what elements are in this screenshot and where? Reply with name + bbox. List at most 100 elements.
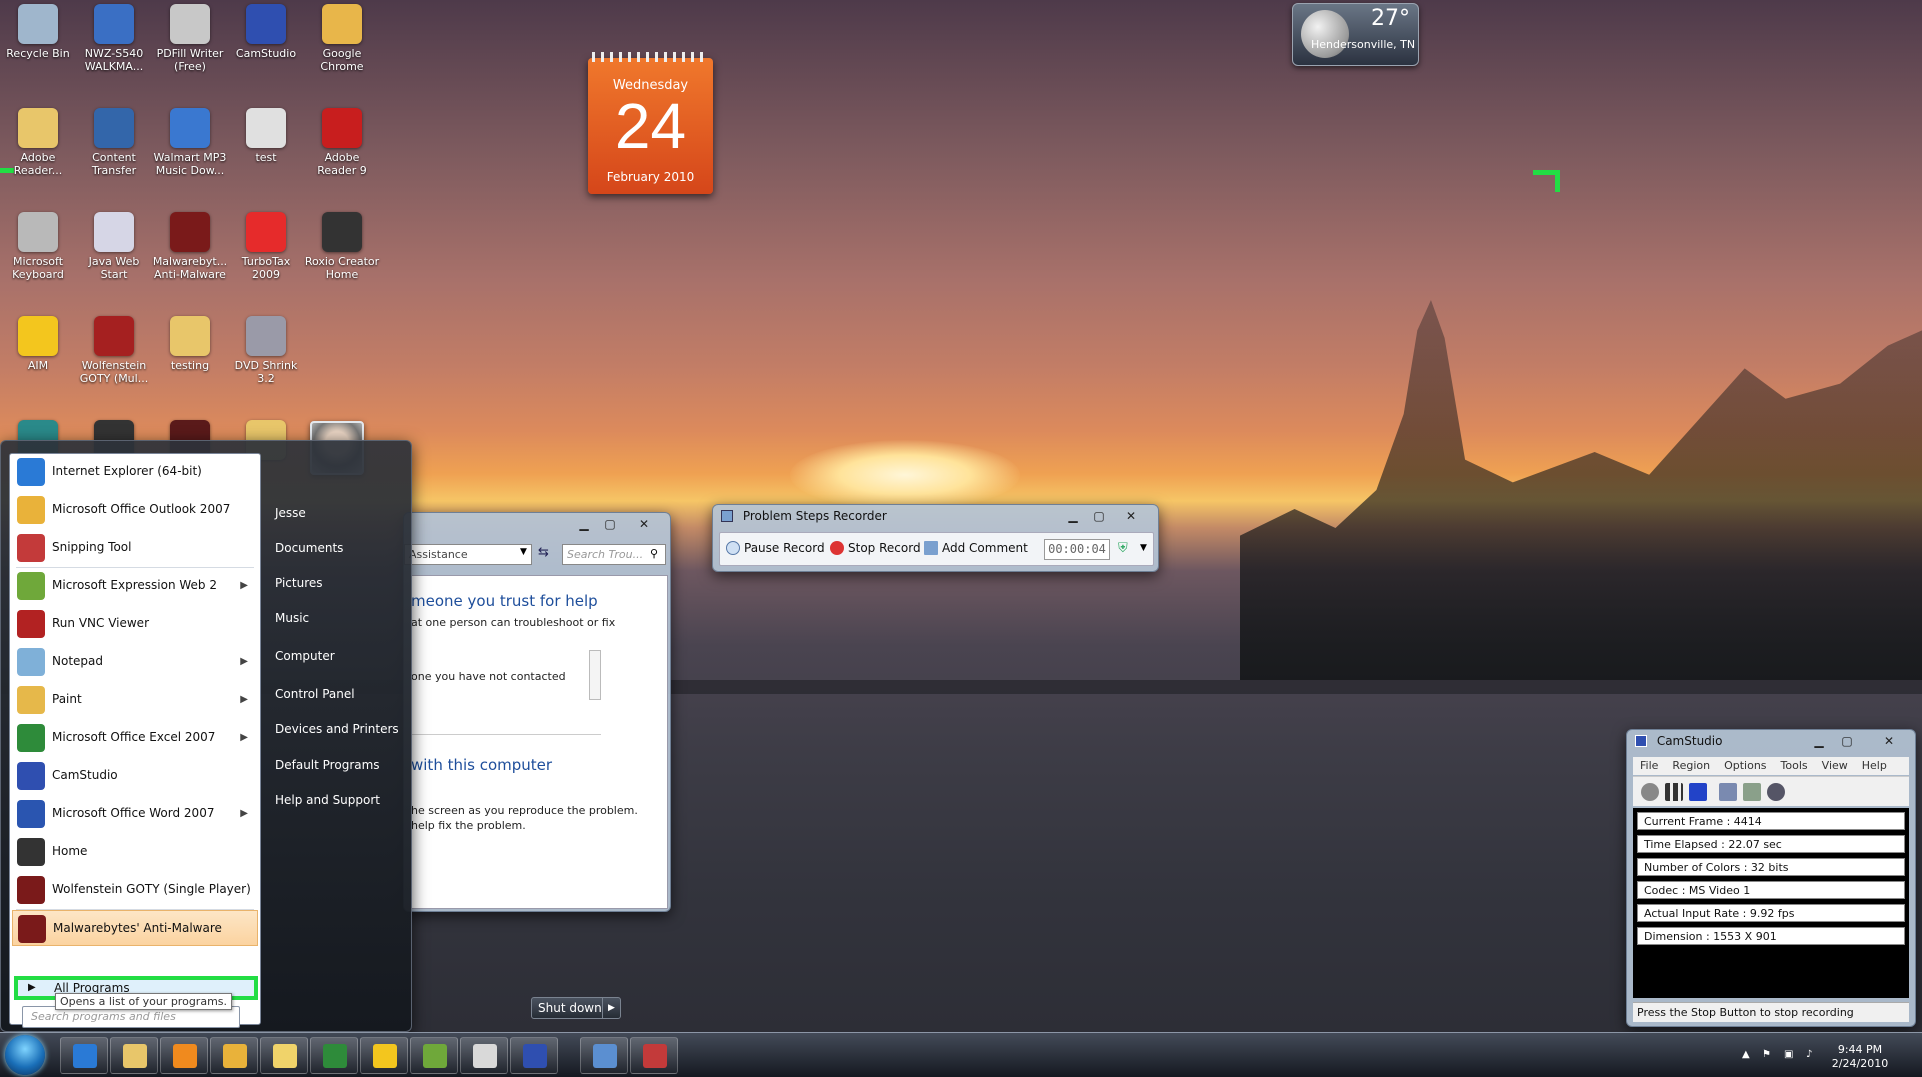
tray-expand-icon[interactable]: ▲ bbox=[1742, 1049, 1754, 1061]
start-program-item[interactable]: CamStudio bbox=[12, 758, 258, 794]
camstudio-window[interactable]: CamStudio ▁ ▢ ✕ File Region Options Tools Vi… bbox=[1626, 729, 1916, 1027]
desktop-icon[interactable]: testing bbox=[152, 316, 228, 372]
desktop-icon[interactable]: Microsoft Keyboard bbox=[0, 212, 76, 281]
search-icon[interactable]: ⚲ bbox=[650, 547, 658, 560]
desktop-icon[interactable]: AIM bbox=[0, 316, 76, 372]
close-icon[interactable]: ✕ bbox=[1119, 507, 1143, 525]
minimize-icon[interactable]: ▁ bbox=[572, 515, 596, 533]
desktop-icon[interactable]: Adobe Reader... bbox=[0, 108, 76, 177]
camstudio-titlebar[interactable]: CamStudio ▁ ▢ ✕ bbox=[1627, 730, 1915, 754]
desktop-icon[interactable]: DVD Shrink 3.2 bbox=[228, 316, 304, 385]
region-button[interactable] bbox=[1719, 783, 1737, 801]
desktop-icon[interactable]: PDFill Writer (Free) bbox=[152, 4, 228, 73]
taskbar-button[interactable] bbox=[210, 1037, 258, 1074]
stop-button[interactable] bbox=[1689, 783, 1707, 801]
start-program-item[interactable]: Wolfenstein GOTY (Single Player) bbox=[12, 872, 258, 908]
add-comment-button[interactable]: Add Comment bbox=[924, 541, 1028, 555]
start-link[interactable]: Documents bbox=[275, 541, 343, 555]
chevron-down-icon[interactable]: ▼ bbox=[1140, 543, 1147, 553]
action-center-icon[interactable]: ⚑ bbox=[1762, 1049, 1774, 1061]
taskbar-button[interactable] bbox=[160, 1037, 208, 1074]
start-program-item[interactable]: Run VNC Viewer bbox=[12, 606, 258, 642]
help-icon[interactable]: ⛨ bbox=[1118, 541, 1128, 556]
stop-record-button[interactable]: Stop Record bbox=[830, 541, 921, 555]
taskbar-button[interactable] bbox=[510, 1037, 558, 1074]
start-link[interactable]: Default Programs bbox=[275, 758, 380, 772]
start-program-item[interactable]: Malwarebytes' Anti-Malware bbox=[12, 910, 258, 946]
start-program-item[interactable]: Paint ▶ bbox=[12, 682, 258, 718]
desktop-icon[interactable]: CamStudio bbox=[228, 4, 304, 60]
maximize-icon[interactable]: ▢ bbox=[598, 515, 622, 533]
help-titlebar[interactable]: ▁ ▢ ✕ bbox=[404, 513, 670, 537]
refresh-icon[interactable]: ⇆ bbox=[538, 545, 549, 560]
help-heading-trust[interactable]: meone you trust for help bbox=[411, 592, 598, 610]
taskbar-button[interactable] bbox=[310, 1037, 358, 1074]
start-program-item[interactable]: Snipping Tool bbox=[12, 530, 258, 566]
start-program-item[interactable]: Microsoft Office Excel 2007 ▶ bbox=[12, 720, 258, 756]
minimize-icon[interactable]: ▁ bbox=[1807, 732, 1831, 750]
desktop-icon[interactable]: Roxio Creator Home bbox=[304, 212, 380, 281]
pause-record-button[interactable]: Pause Record bbox=[726, 541, 825, 555]
address-bar[interactable]: Assistance bbox=[404, 544, 532, 565]
taskbar-clock[interactable]: 9:44 PM 2/24/2010 bbox=[1814, 1043, 1906, 1071]
swf-button[interactable] bbox=[1767, 783, 1785, 801]
start-program-item[interactable]: Internet Explorer (64-bit) bbox=[12, 454, 258, 490]
close-icon[interactable]: ✕ bbox=[632, 515, 656, 533]
menu-view[interactable]: View bbox=[1815, 757, 1855, 774]
taskbar-button[interactable] bbox=[260, 1037, 308, 1074]
psr-window[interactable]: Problem Steps Recorder ▁ ▢ ✕ Pause Recor… bbox=[712, 504, 1159, 572]
desktop-icon[interactable]: Wolfenstein GOTY (Mul... bbox=[76, 316, 152, 385]
desktop-icon[interactable]: TurboTax 2009 bbox=[228, 212, 304, 281]
help-window[interactable]: ▁ ▢ ✕ Assistance ▼ ⇆ Search Trou... ⚲ me… bbox=[403, 512, 671, 912]
pause-button[interactable] bbox=[1665, 783, 1683, 801]
taskbar-button[interactable] bbox=[360, 1037, 408, 1074]
taskbar-button[interactable] bbox=[580, 1037, 628, 1074]
start-link[interactable]: Computer bbox=[275, 649, 335, 663]
chevron-down-icon[interactable]: ▼ bbox=[520, 547, 527, 557]
weather-gadget[interactable]: 27° Hendersonville, TN bbox=[1292, 3, 1419, 66]
taskbar-button[interactable] bbox=[410, 1037, 458, 1074]
menu-help[interactable]: Help bbox=[1855, 757, 1894, 774]
maximize-icon[interactable]: ▢ bbox=[1087, 507, 1111, 525]
close-icon[interactable]: ✕ bbox=[1877, 732, 1901, 750]
menu-file[interactable]: File bbox=[1633, 757, 1665, 774]
start-program-item[interactable]: Microsoft Office Word 2007 ▶ bbox=[12, 796, 258, 832]
taskbar-button[interactable] bbox=[630, 1037, 678, 1074]
start-link[interactable]: Pictures bbox=[275, 576, 323, 590]
minimize-icon[interactable]: ▁ bbox=[1061, 507, 1085, 525]
chevron-right-icon[interactable]: ▶ bbox=[602, 998, 620, 1018]
shutdown-button[interactable]: Shut down ▶ bbox=[531, 997, 621, 1019]
desktop-icon[interactable]: Content Transfer bbox=[76, 108, 152, 177]
help-heading-computer[interactable]: with this computer bbox=[411, 756, 552, 774]
start-link[interactable]: Jesse bbox=[275, 506, 306, 520]
start-link[interactable]: Help and Support bbox=[275, 793, 380, 807]
start-link[interactable]: Devices and Printers bbox=[275, 722, 399, 736]
desktop-icon[interactable]: Recycle Bin bbox=[0, 4, 76, 60]
record-button[interactable] bbox=[1641, 783, 1659, 801]
menu-tools[interactable]: Tools bbox=[1774, 757, 1815, 774]
calendar-gadget[interactable]: Wednesday 24 February 2010 bbox=[588, 52, 713, 194]
taskbar-button[interactable] bbox=[460, 1037, 508, 1074]
options-button[interactable] bbox=[1743, 783, 1761, 801]
start-link[interactable]: Control Panel bbox=[275, 687, 355, 701]
start-program-item[interactable]: Home bbox=[12, 834, 258, 870]
taskbar-button[interactable] bbox=[110, 1037, 158, 1074]
taskbar-button[interactable] bbox=[60, 1037, 108, 1074]
desktop-icon[interactable]: Adobe Reader 9 bbox=[304, 108, 380, 177]
start-program-item[interactable]: Microsoft Office Outlook 2007 bbox=[12, 492, 258, 528]
menu-region[interactable]: Region bbox=[1665, 757, 1717, 774]
psr-titlebar[interactable]: Problem Steps Recorder ▁ ▢ ✕ bbox=[713, 505, 1158, 529]
start-program-item[interactable]: Notepad ▶ bbox=[12, 644, 258, 680]
start-link[interactable]: Music bbox=[275, 611, 309, 625]
desktop-icon[interactable]: Malwarebyt... Anti-Malware bbox=[152, 212, 228, 281]
desktop-icon[interactable]: Google Chrome bbox=[304, 4, 380, 73]
start-program-item[interactable]: Microsoft Expression Web 2 ▶ bbox=[12, 568, 258, 604]
menu-options[interactable]: Options bbox=[1717, 757, 1773, 774]
desktop-icon[interactable]: NWZ-S540 WALKMA... bbox=[76, 4, 152, 73]
desktop-icon[interactable]: Java Web Start bbox=[76, 212, 152, 281]
start-button[interactable] bbox=[5, 1035, 45, 1075]
network-icon[interactable]: ▣ bbox=[1784, 1049, 1796, 1061]
desktop-icon[interactable]: test bbox=[228, 108, 304, 164]
desktop-icon[interactable]: Walmart MP3 Music Dow... bbox=[152, 108, 228, 177]
scrollbar[interactable] bbox=[589, 650, 601, 700]
